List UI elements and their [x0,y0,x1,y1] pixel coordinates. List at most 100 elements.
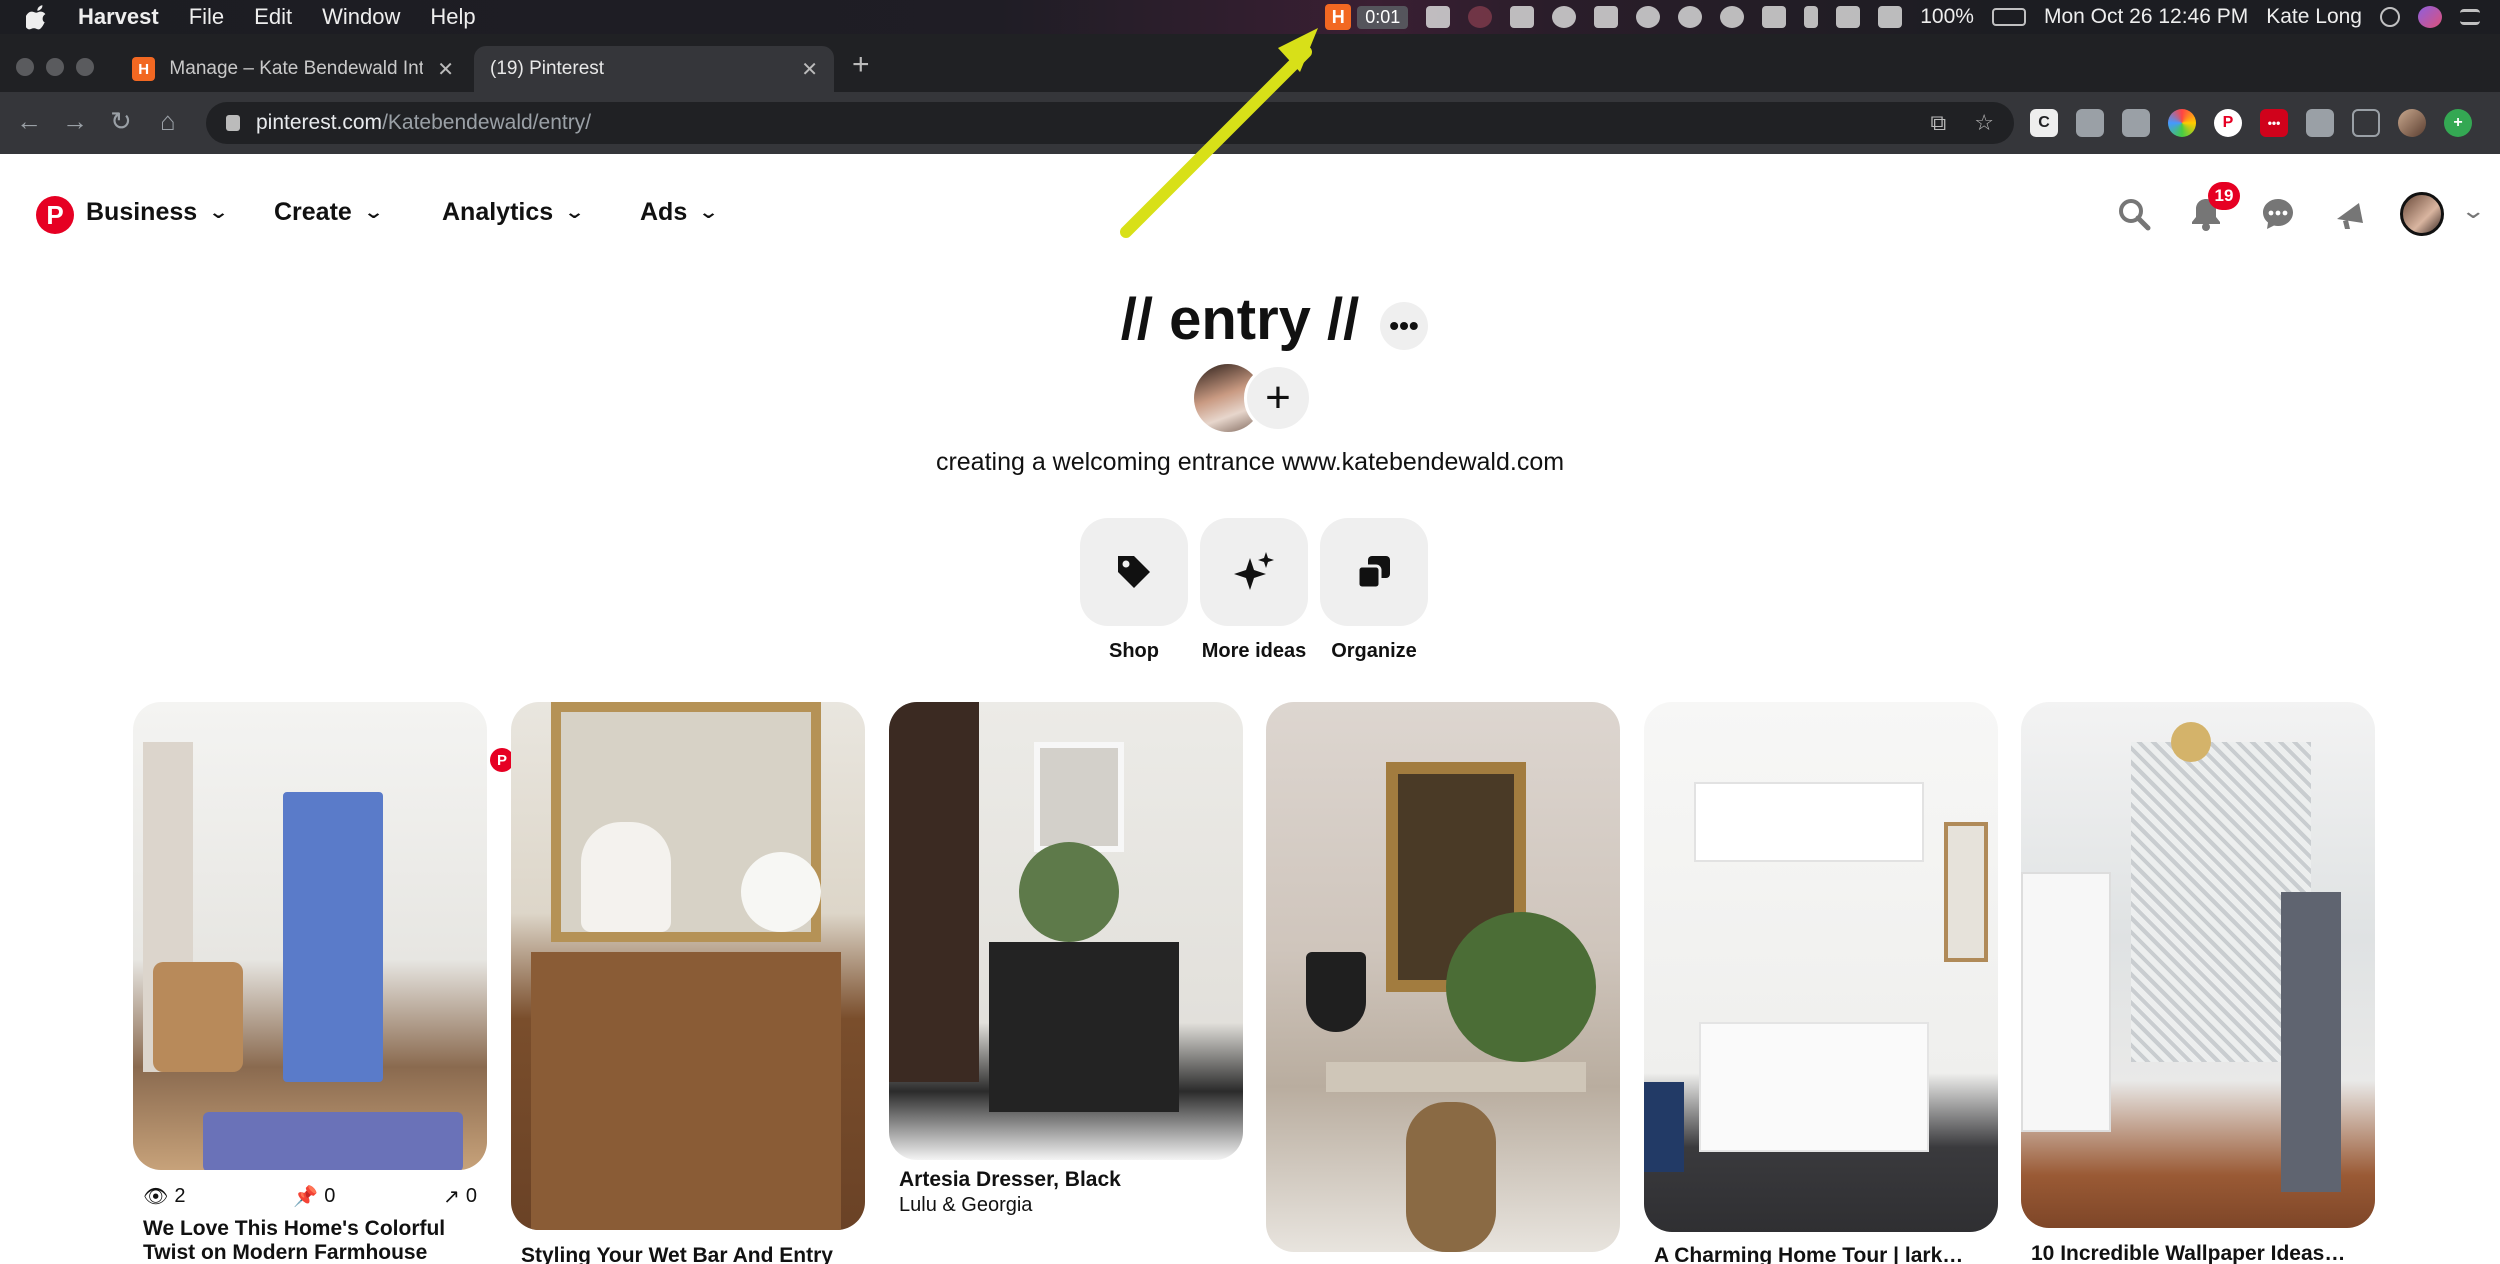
notes-icon[interactable] [1594,6,1619,28]
chevron-down-icon: ⌄ [698,202,720,222]
tab-label: Manage – Kate Bendewald Inte [169,58,424,79]
creative-cloud-icon[interactable] [1636,6,1661,28]
window-zoom-button[interactable] [76,58,94,76]
pin-image[interactable] [1644,702,1998,1232]
search-icon[interactable] [2110,190,2158,238]
pin-card[interactable]: A Charming Home Tour | lark… [1644,702,1998,1264]
updates-megaphone-icon[interactable] [2326,190,2374,238]
puzzle-extensions-icon[interactable] [2306,109,2334,137]
pin-title: Styling Your Wet Bar And Entry [521,1244,833,1264]
pin-card[interactable] [1266,702,1620,1252]
business-label: Business [86,198,198,226]
url-host: pinterest.com [256,111,383,134]
evernote-icon[interactable] [1678,6,1703,28]
harvest-timer[interactable]: H 0:01 [1325,4,1409,30]
zoom-icon[interactable] [1426,6,1451,28]
basketball-icon[interactable] [1720,6,1745,28]
pin-image[interactable] [133,702,487,1170]
airplay-icon[interactable] [1762,6,1787,28]
browser-tab-strip: H Manage – Kate Bendewald Inte ✕ P (19) … [0,34,2500,772]
pin-card[interactable]: Artesia Dresser, Black Lulu & Georgia [889,702,1243,1217]
forward-icon[interactable]: → [62,106,88,137]
dropbox-extension-icon[interactable] [2122,109,2150,137]
pin-card[interactable]: Styling Your Wet Bar And Entry [511,702,865,1264]
window-minimize-button[interactable] [46,58,64,76]
browser-toolbar: ← → ↻ ⌂ pinterest.com /Katebendewald/ent… [0,92,2500,154]
add-extension-icon[interactable]: + [2444,109,2472,137]
tag-icon [1118,556,1150,588]
pinterest-header: P Business ⌄ Create ⌄ Analytics ⌄ Ads ⌄ … [0,154,2500,270]
tab-close-icon[interactable]: ✕ [437,57,454,82]
home-icon[interactable]: ⌂ [160,106,176,137]
open-in-app-icon[interactable]: ⧉ [1931,110,1947,136]
lock-icon [226,115,240,131]
lastpass-extension-icon[interactable]: ••• [2260,109,2288,137]
menu-file[interactable]: File [189,4,224,30]
pin-card[interactable]: 10 Incredible Wallpaper Ideas… [2021,702,2375,1264]
organize-button[interactable]: Organize [1320,518,1428,663]
organize-icon [1356,556,1390,590]
reload-icon[interactable]: ↻ [110,106,132,137]
volume-icon[interactable] [1878,6,1903,28]
apple-menu-icon[interactable] [24,4,48,30]
tab-close-icon[interactable]: ✕ [801,57,818,82]
record-icon[interactable] [1468,6,1493,28]
business-menu[interactable]: Business ⌄ [86,198,229,227]
more-ideas-button[interactable]: More ideas [1200,518,1308,663]
pin-icon: 📌 [293,1186,319,1208]
siri-icon[interactable] [2418,6,2442,28]
create-label: Create [274,198,352,226]
notification-center-icon[interactable] [2460,9,2480,25]
profile-avatar-icon[interactable] [2398,109,2426,137]
color-picker-extension-icon[interactable] [2168,109,2196,137]
pin-card[interactable]: 👁 2 📌 0 ↗ 0 We Love This Home's Colorful Tw… [133,702,487,1264]
shop-button[interactable]: Shop [1080,518,1188,663]
wifi-icon[interactable] [1836,6,1861,28]
dropbox-icon[interactable] [1510,6,1535,28]
pin-image[interactable] [511,702,865,1230]
profile-avatar[interactable] [2400,192,2444,236]
extension-c-icon[interactable]: C [2030,109,2058,137]
camera-extension-icon[interactable] [2076,109,2104,137]
new-tab-icon[interactable]: + [852,48,870,82]
add-collaborator-button[interactable]: + [1244,364,1312,432]
pin-title: 10 Incredible Wallpaper Ideas… [2031,1242,2346,1264]
sparkle-icon [1234,552,1274,590]
clock[interactable]: Mon Oct 26 12:46 PM [2044,5,2248,29]
menu-edit[interactable]: Edit [254,4,292,30]
back-icon[interactable]: ← [16,106,42,137]
battery-icon[interactable] [1991,8,2026,26]
messages-icon[interactable] [2254,190,2302,238]
pin-image[interactable] [1266,702,1620,1252]
tab-harvest[interactable]: H Manage – Kate Bendewald Inte ✕ [116,46,470,92]
cast-icon[interactable] [2352,109,2380,137]
board-description: creating a welcoming entrance www.katebe… [935,448,1565,476]
account-chevron-down-icon[interactable]: ⌄ [2460,198,2486,224]
window-close-button[interactable] [16,58,34,76]
analytics-label: Analytics [442,198,554,226]
pin-image[interactable] [889,702,1243,1160]
pin-title: Artesia Dresser, Black [899,1168,1121,1191]
address-bar[interactable]: pinterest.com /Katebendewald/entry/ ⧉ ☆ [206,102,2014,144]
url-path: /Katebendewald/entry/ [382,111,592,134]
spotlight-icon[interactable] [2380,7,2400,27]
extensions-bar: C P ••• + [2030,104,2472,142]
analytics-menu[interactable]: Analytics ⌄ [442,198,585,227]
pin-image[interactable] [2021,702,2375,1228]
pinterest-extension-icon[interactable]: P [2214,109,2242,137]
app-menu-harvest[interactable]: Harvest [78,4,159,30]
views-stat: 👁 2 [143,1185,186,1208]
bluetooth-icon[interactable] [1804,6,1819,28]
ads-menu[interactable]: Ads ⌄ [640,198,720,227]
gear-icon[interactable] [1552,6,1577,28]
create-menu[interactable]: Create ⌄ [274,198,384,227]
menu-help[interactable]: Help [430,4,475,30]
menu-window[interactable]: Window [322,4,400,30]
bookmark-star-icon[interactable]: ☆ [1974,110,1994,136]
user-name[interactable]: Kate Long [2266,5,2362,29]
tab-pinterest[interactable]: P (19) Pinterest ✕ [474,46,834,772]
pinterest-logo-icon[interactable]: P [36,196,74,234]
more-ideas-label: More ideas [1201,640,1307,662]
board-more-options-button[interactable]: ••• [1380,302,1428,350]
chevron-down-icon: ⌄ [362,202,384,222]
